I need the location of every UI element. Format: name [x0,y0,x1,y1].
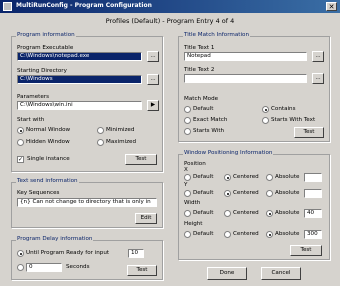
cancel-button[interactable]: Cancel [261,267,301,280]
width-centered-radio[interactable] [224,210,231,217]
delay-seconds-field[interactable]: 0 [26,263,62,272]
match-exact-radio[interactable] [184,117,191,124]
exe-field[interactable]: C:\Windows\notepad.exe [17,52,142,61]
width-default-label: Default [193,210,214,216]
run-hidden-radio[interactable] [17,139,24,146]
profile-header: Profiles (Default) - Program Entry 4 of … [105,17,235,25]
x-absolute-radio[interactable] [266,174,273,181]
delay-test-button[interactable]: Test [127,265,157,276]
y-absolute-radio[interactable] [266,190,273,197]
match-starts-with-label: Starts With [193,128,225,134]
params-arrow-button[interactable]: ▶ [147,100,159,111]
title2-field[interactable] [184,74,307,83]
delay-legend: Program Delay information [16,236,94,242]
x-centered-label: Centered [233,174,259,180]
match-starts-with-radio[interactable] [184,128,191,135]
delay-ready-field[interactable]: 10 [128,249,144,258]
height-value-field[interactable]: 300 [304,230,322,239]
delay-ready-label: Until Program Ready for input [26,250,110,256]
width-absolute-radio[interactable] [266,210,273,217]
window-pos-legend: Window Positioning Information [183,150,274,156]
run-hidden-label: Hidden Window [26,139,70,145]
close-icon[interactable]: ✕ [326,2,337,11]
match-default-radio[interactable] [184,106,191,113]
x-value-field[interactable] [304,173,322,182]
title1-label: Title Text 1 [184,45,215,51]
delay-seconds-radio[interactable] [17,264,24,271]
text-send-legend: Text send information [16,178,79,184]
run-maximized-label: Maximized [106,139,137,145]
title2-browse-button[interactable]: ... [312,73,324,84]
height-default-radio[interactable] [184,231,191,238]
y-centered-radio[interactable] [224,190,231,197]
height-label: Height [184,221,203,227]
match-exact-label: Exact Match [193,117,228,123]
title1-browse-button[interactable]: ... [312,51,324,62]
title-bar[interactable]: MultiRunConfig - Program Configuration ✕ [0,0,340,13]
width-default-radio[interactable] [184,210,191,217]
dir-label: Starting Directory [17,68,67,74]
single-instance-label: Single instance [27,156,70,162]
run-maximized-radio[interactable] [97,139,104,146]
delay-ready-radio[interactable] [17,250,24,257]
match-starts-text-radio[interactable] [262,117,269,124]
exe-label: Program Executable [17,45,74,51]
x-absolute-label: Absolute [275,174,300,180]
y-centered-label: Centered [233,190,259,196]
title1-field[interactable]: Notepad [184,52,307,61]
run-label: Start with [17,117,45,123]
height-default-label: Default [193,231,214,237]
x-default-radio[interactable] [184,174,191,181]
height-absolute-radio[interactable] [266,231,273,238]
done-button[interactable]: Done [207,267,247,280]
width-value-field[interactable]: 40 [304,209,322,218]
match-contains-label: Contains [271,106,296,112]
run-normal-radio[interactable] [17,127,24,134]
x-default-label: Default [193,174,214,180]
run-minimized-label: Minimized [106,127,135,133]
exe-browse-button[interactable]: ... [147,51,159,62]
keys-field[interactable]: {n} Can not change to directory that is … [17,198,157,207]
title-match-legend: Title Match Information [183,32,250,38]
height-centered-radio[interactable] [224,231,231,238]
x-centered-radio[interactable] [224,174,231,181]
width-absolute-label: Absolute [275,210,300,216]
match-contains-radio[interactable] [262,106,269,113]
params-label: Parameters [17,94,50,100]
y-default-label: Default [193,190,214,196]
y-absolute-label: Absolute [275,190,300,196]
match-default-label: Default [193,106,214,112]
title2-label: Title Text 2 [184,67,215,73]
width-centered-label: Centered [233,210,259,216]
title-test-button[interactable]: Test [294,127,324,138]
run-normal-label: Normal Window [26,127,71,133]
config-window: MultiRunConfig - Program Configuration ✕… [0,0,340,286]
height-absolute-label: Absolute [275,231,300,237]
x-label: X [184,167,188,173]
single-instance-checkbox[interactable]: ✓ [17,156,24,163]
window-title: MultiRunConfig - Program Configuration [16,2,152,9]
height-centered-label: Centered [233,231,259,237]
dir-browse-button[interactable]: ... [147,74,159,85]
app-icon [3,2,12,11]
y-default-radio[interactable] [184,190,191,197]
match-starts-text-label: Starts With Text [271,117,316,123]
window-test-button[interactable]: Test [290,245,322,256]
match-mode-label: Match Mode [184,96,219,102]
width-label: Width [184,200,201,206]
run-minimized-radio[interactable] [97,127,104,134]
dir-field[interactable]: C:\Windows [17,75,142,84]
keys-label: Key Sequences [17,190,60,196]
program-info-legend: Program information [16,32,76,38]
y-label: Y [184,182,188,188]
program-test-button[interactable]: Test [125,154,157,165]
params-field[interactable]: C:\Windows\win.ini [17,101,142,110]
keys-edit-button[interactable]: Edit [135,213,157,224]
delay-seconds-label: Seconds [66,264,90,270]
y-value-field[interactable] [304,189,322,198]
